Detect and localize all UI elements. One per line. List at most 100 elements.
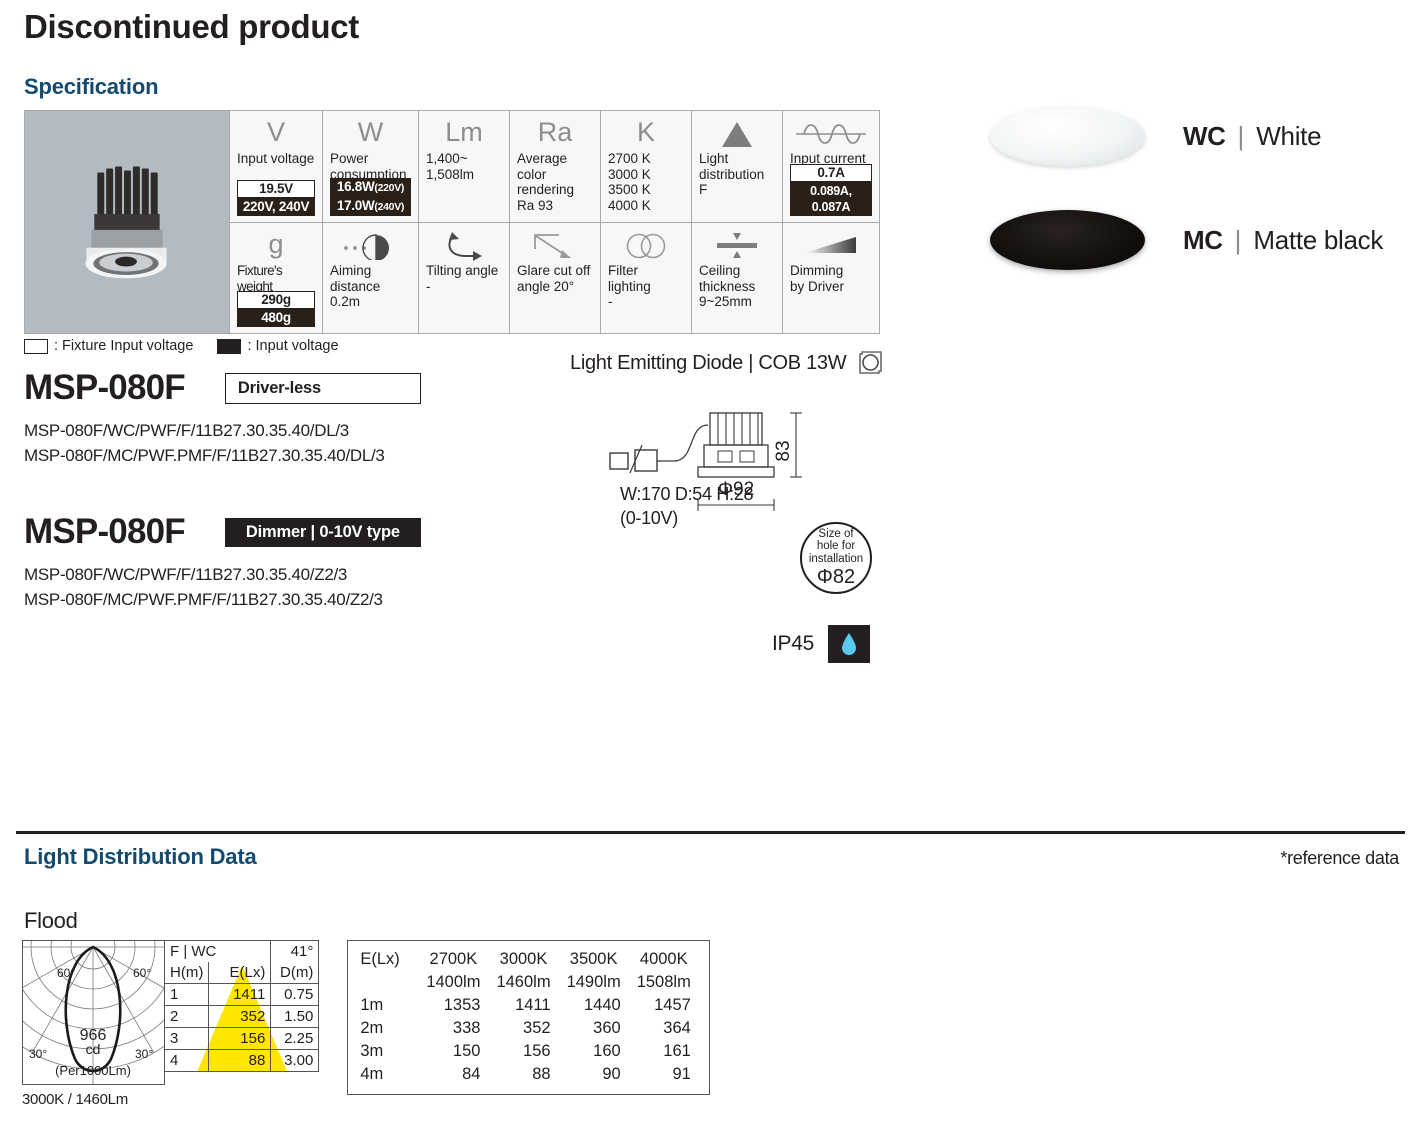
model-code: MSP-080F/WC/PWF/F/11B27.30.35.40/DL/3	[24, 421, 349, 440]
illuminance-table: E(Lx) 2700K 3000K 3500K 4000K 1400lm 146…	[356, 948, 699, 1086]
illuminance-lumens-3000k: 1460lm	[496, 973, 551, 991]
model-block-dimmer: MSP-080F Dimmer | 0-10V type MSP-080F/WC…	[24, 512, 421, 612]
table-row: 4 88 3.00	[163, 1049, 320, 1072]
illuminance-lumens-3500k: 1490lm	[566, 973, 621, 991]
wattage-icon: W	[357, 117, 384, 147]
model-code-list: MSP-080F/WC/PWF/F/11B27.30.35.40/Z2/3 MS…	[24, 562, 421, 612]
spec-label-aiming-distance: Aiming distance 0.2m	[330, 263, 381, 309]
illuminance-col-3500k: 3500K	[569, 950, 618, 968]
spec-cell-dimming: Dimming by Driver	[782, 222, 880, 334]
table-row: 3 156 2.25	[163, 1027, 320, 1050]
color-code-mc: MC	[1183, 224, 1223, 255]
badge-power-240v-unit: (240V)	[374, 201, 405, 213]
driver-dimension-line1: W:170 D:54 H:28	[620, 484, 754, 504]
ac-waveform-icon	[790, 117, 872, 151]
beam-table-header-row-2: H(m) E(Lx) D(m)	[163, 962, 320, 984]
fixture-section	[697, 412, 775, 478]
illuminance-value: 364	[663, 1019, 691, 1037]
input-voltage-badges: 19.5V 220V, 240V	[237, 180, 315, 216]
model-name: MSP-080F	[24, 368, 186, 407]
beam-col-e: E(Lx)	[208, 962, 272, 984]
beam-e: 156	[208, 1027, 272, 1050]
illuminance-value: 88	[532, 1065, 551, 1083]
power-badges: 16.8W(220V) 17.0W(240V)	[330, 178, 411, 216]
beam-table-source: F | WC	[163, 940, 272, 962]
product-photo	[25, 111, 228, 327]
dimming-icon	[790, 229, 872, 263]
illuminance-value: 1457	[654, 996, 691, 1014]
spec-label-light-distribution: Light distribution F	[699, 151, 765, 197]
color-option-wc: WC | White	[990, 100, 1383, 172]
illuminance-header-row-2: 1400lm 1460lm 1490lm 1508lm	[356, 971, 699, 994]
spec-label-tilting-angle: Tilting angle -	[426, 263, 499, 294]
illuminance-row-label: 1m	[360, 996, 384, 1014]
illuminance-value: 150	[452, 1042, 481, 1060]
beam-d: 1.50	[270, 1005, 320, 1028]
svg-text:30°: 30°	[29, 1047, 47, 1061]
beam-h: 3	[163, 1027, 210, 1050]
spec-cell-cri: Ra Average color rendering Ra 93	[509, 110, 601, 223]
product-photo-cell	[24, 110, 230, 334]
beam-col-d: D(m)	[270, 962, 320, 984]
beam-table: F | WC 41° H(m) E(Lx) D(m) 1 1411 0.75 2…	[163, 940, 320, 1072]
svg-text:60°: 60°	[133, 966, 151, 980]
illuminance-value: 1440	[583, 996, 621, 1014]
model-block-driverless: MSP-080F Driver-less MSP-080F/WC/PWF/F/1…	[24, 368, 421, 468]
kelvin-icon: K	[636, 117, 655, 147]
illuminance-row-label: 2m	[360, 1019, 384, 1037]
spec-cell-power-consumption: W Power consumption 16.8W(220V) 17.0W(24…	[322, 110, 419, 223]
led-source-label: Light Emitting Diode | COB 13W	[570, 352, 847, 374]
legend-black-swatch	[217, 338, 242, 354]
cutout-line2: hole for	[816, 540, 856, 553]
spec-cell-weight: g Fixture's weight 290g 480g	[229, 222, 323, 334]
spec-cell-aiming-distance: Aiming distance 0.2m	[322, 222, 419, 334]
lumen-icon: Lm	[445, 117, 483, 147]
voltage-icon: V	[266, 117, 285, 147]
spec-label-lumen: 1,400~ 1,508lm	[426, 151, 475, 182]
illuminance-value: 352	[523, 1019, 551, 1037]
beam-type-label: Flood	[24, 908, 78, 933]
spec-label-cri: Average color rendering Ra 93	[517, 151, 575, 213]
beam-angle: 41°	[270, 940, 320, 962]
color-name-wc: White	[1256, 120, 1322, 151]
illuminance-col-2700k: 2700K	[429, 950, 478, 968]
polar-diagram: 60° 60° 30° 30° 966 cd (Per1000Lm)	[22, 940, 165, 1085]
color-code-wc: WC	[1183, 120, 1226, 151]
illuminance-value: 338	[452, 1019, 481, 1037]
illuminance-table-block: E(Lx) 2700K 3000K 3500K 4000K 1400lm 146…	[347, 940, 710, 1095]
illuminance-lumens-2700k: 1400lm	[426, 973, 481, 991]
spec-label-ceiling-thickness: Ceiling thickness 9~25mm	[699, 263, 756, 309]
cutout-diameter: Φ82	[816, 566, 856, 589]
badge-power-220v-unit: (220V)	[374, 182, 405, 194]
cutout-line1: Size of	[818, 527, 854, 540]
section-divider	[16, 831, 1405, 834]
color-name-mc: Matte black	[1253, 224, 1384, 255]
beam-d: 3.00	[270, 1049, 320, 1072]
badge-power-240v: 17.0W(240V)	[330, 197, 411, 216]
illuminance-row-label: 3m	[360, 1042, 384, 1060]
specification-table: V Input voltage 19.5V 220V, 240V W Power…	[24, 110, 880, 334]
aiming-distance-icon	[330, 229, 411, 263]
spec-cell-filter-lighting: Filter lighting -	[600, 222, 692, 334]
spec-label-input-voltage: Input voltage	[237, 151, 315, 166]
matte-black-finish-swatch	[990, 210, 1145, 270]
glare-cutoff-icon	[517, 229, 593, 263]
weight-icon: g	[268, 229, 284, 259]
svg-text:(Per1000Lm): (Per1000Lm)	[55, 1063, 131, 1078]
spec-label-color-temperature: 2700 K 3000 K 3500 K 4000 K	[608, 151, 651, 213]
beam-table-header-row-1: F | WC 41°	[163, 940, 320, 962]
filter-lighting-icon	[608, 229, 684, 263]
illuminance-value: 360	[593, 1019, 621, 1037]
spec-label-filter-lighting: Filter lighting -	[608, 263, 651, 309]
spec-label-dimming: Dimming by Driver	[790, 263, 845, 294]
illuminance-header-row-1: E(Lx) 2700K 3000K 3500K 4000K	[356, 948, 699, 971]
driver-dimension-caption: W:170 D:54 H:28 (0-10V)	[620, 482, 754, 530]
illuminance-value: 160	[593, 1042, 621, 1060]
illuminance-value: 1411	[515, 996, 551, 1014]
color-separator: |	[1237, 120, 1245, 151]
ceiling-thickness-icon	[699, 229, 775, 263]
tilting-angle-icon	[426, 229, 502, 263]
spec-cell-glare-cutoff: Glare cut off angle 20°	[509, 222, 601, 334]
color-separator: |	[1234, 224, 1242, 255]
spec-cell-lumen: Lm 1,400~ 1,508lm	[418, 110, 510, 223]
